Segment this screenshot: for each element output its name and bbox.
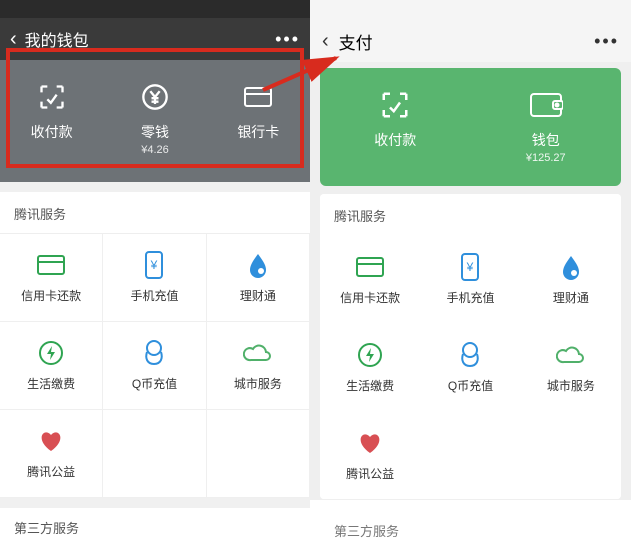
service-credit-card[interactable]: 信用卡还款 [320, 235, 420, 323]
nav-bar: ‹ 支付 ••• [310, 20, 631, 62]
service-charity[interactable]: 腾讯公益 [320, 411, 420, 499]
back-icon[interactable]: ‹ [322, 30, 329, 53]
hero-label: 钱包 [532, 130, 560, 150]
wallet-icon [529, 90, 563, 120]
empty-cell [420, 411, 520, 499]
more-icon[interactable]: ••• [275, 29, 300, 50]
svg-text:¥: ¥ [466, 260, 474, 274]
scan-frame-icon [38, 82, 66, 112]
phone-old: ‹ 我的钱包 ••• 收付款 零钱 ¥4.26 [0, 0, 310, 500]
service-charity[interactable]: 腾讯公益 [0, 410, 103, 498]
hero-bank-cards[interactable]: 银行卡 [207, 82, 310, 156]
phone-new: ‹ 支付 ••• 收付款 钱包 ¥125.27 [310, 0, 631, 500]
status-bar [0, 0, 310, 18]
hero-wallet[interactable]: 钱包 ¥125.27 [471, 90, 622, 164]
heart-ribbon-icon [38, 427, 64, 455]
tencent-services-block: 腾讯服务 信用卡还款 ¥ 手机充值 理财通 [320, 194, 621, 499]
wallet-card: 收付款 钱包 ¥125.27 [320, 68, 621, 186]
empty-cell [207, 410, 310, 498]
section-header-thirdparty: 第三方服务 [320, 509, 621, 552]
drop-icon [559, 253, 583, 281]
bolt-circle-icon [357, 341, 383, 369]
page-title: 我的钱包 [25, 27, 275, 51]
hero-balance[interactable]: 零钱 ¥4.26 [103, 82, 206, 156]
section-header-tencent: 腾讯服务 [0, 192, 310, 234]
service-city[interactable]: 城市服务 [521, 323, 621, 411]
status-bar [310, 0, 631, 20]
nav-bar: ‹ 我的钱包 ••• [0, 18, 310, 60]
cloud-gear-icon [556, 341, 586, 369]
yen-circle-icon [141, 82, 169, 112]
service-city[interactable]: 城市服务 [207, 322, 310, 410]
section-header-tencent: 腾讯服务 [320, 194, 621, 235]
more-icon[interactable]: ••• [594, 31, 619, 52]
penguin-icon [459, 341, 481, 369]
back-icon[interactable]: ‹ [10, 28, 17, 51]
card-green-icon [356, 253, 384, 281]
scan-frame-icon [380, 90, 410, 120]
service-credit-card[interactable]: 信用卡还款 [0, 234, 103, 322]
cloud-gear-icon [243, 339, 273, 367]
service-phone-topup[interactable]: ¥ 手机充值 [103, 234, 206, 322]
service-qcoin[interactable]: Q币充值 [420, 323, 520, 411]
bolt-circle-icon [38, 339, 64, 367]
service-utilities[interactable]: 生活缴费 [320, 323, 420, 411]
phone-yen-icon: ¥ [144, 251, 164, 279]
hero-pay-collect[interactable]: 收付款 [0, 82, 103, 156]
services-grid: 信用卡还款 ¥ 手机充值 理财通 生活缴费 Q币充值 [0, 234, 310, 498]
service-phone-topup[interactable]: ¥ 手机充值 [420, 235, 520, 323]
hero-balance-amount: ¥4.26 [141, 144, 169, 156]
service-licaitong[interactable]: 理财通 [207, 234, 310, 322]
phone-yen-icon: ¥ [460, 253, 480, 281]
hero-label: 银行卡 [237, 122, 279, 142]
penguin-icon [143, 339, 165, 367]
wallet-hero: 收付款 零钱 ¥4.26 银行卡 [0, 60, 310, 182]
service-qcoin[interactable]: Q币充值 [103, 322, 206, 410]
page-title: 支付 [339, 29, 594, 54]
empty-cell [521, 411, 621, 499]
service-utilities[interactable]: 生活缴费 [0, 322, 103, 410]
hero-label: 收付款 [31, 122, 73, 142]
hero-label: 零钱 [141, 122, 169, 142]
section-header-thirdparty-cut: 第三方服务 [0, 508, 310, 537]
service-licaitong[interactable]: 理财通 [521, 235, 621, 323]
heart-ribbon-icon [357, 429, 383, 457]
drop-icon [246, 251, 270, 279]
empty-cell [103, 410, 206, 498]
svg-text:¥: ¥ [150, 258, 158, 272]
services-grid: 信用卡还款 ¥ 手机充值 理财通 生活缴费 [320, 235, 621, 499]
hero-label: 收付款 [374, 130, 416, 150]
card-icon [243, 82, 273, 112]
hero-wallet-amount: ¥125.27 [526, 152, 566, 164]
card-green-icon [37, 251, 65, 279]
hero-pay-collect[interactable]: 收付款 [320, 90, 471, 164]
